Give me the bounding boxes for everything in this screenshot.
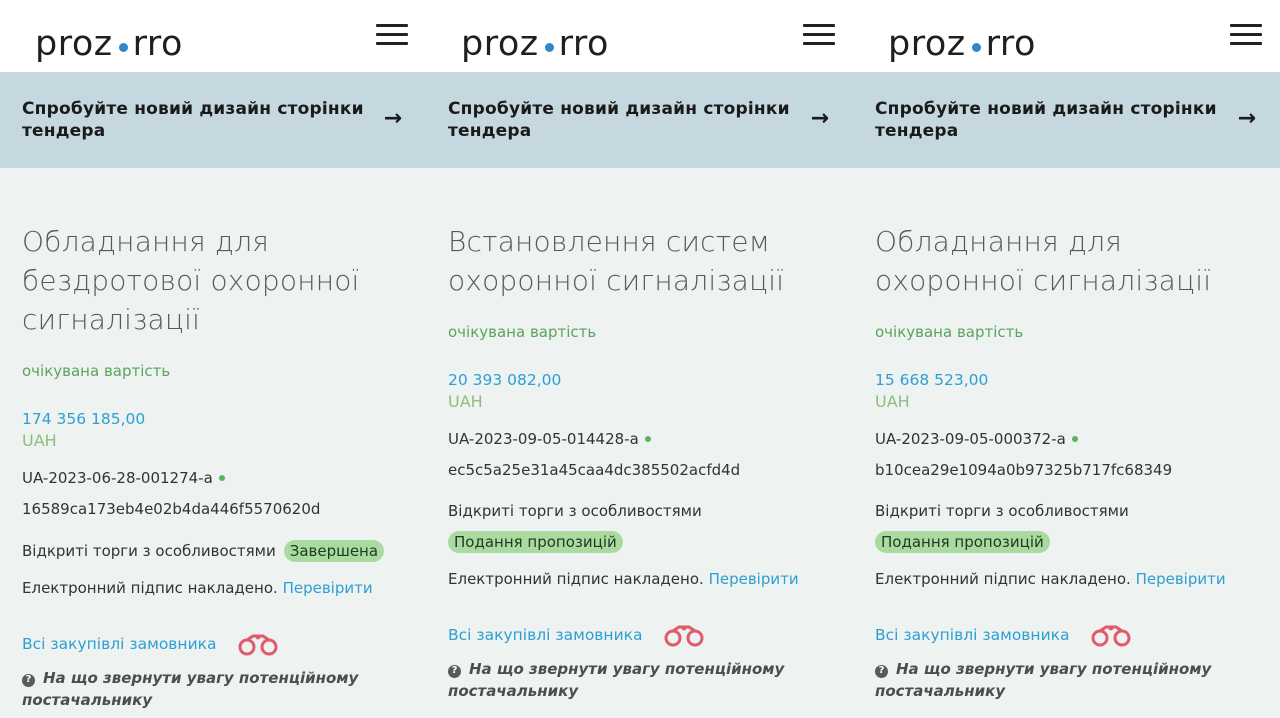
banner-text: Спробуйте новий дизайн сторінки тендера — [22, 99, 364, 141]
verify-link[interactable]: Перевірити — [283, 579, 373, 597]
tender-id[interactable]: UA-2023-09-05-014428-a — [448, 429, 831, 449]
binoculars-icon — [1091, 625, 1130, 647]
arrow-right-icon: → — [383, 106, 402, 131]
tender-panel-3: proz rro Спробуйте новий дизайн сторінки … — [853, 0, 1280, 718]
expected-value-label: очікувана вартість — [22, 362, 171, 380]
tender-hash: ec5c5a25e31a45caa4dc385502acfd4d — [448, 461, 741, 479]
tender-title: Встановлення систем охоронної сигналізац… — [448, 225, 785, 297]
question-icon: ? — [875, 664, 888, 678]
binoculars-icon — [664, 625, 703, 647]
prozorro-logo[interactable]: proz rro — [35, 22, 183, 66]
hint-text: На що звернути увагу потенційному постач… — [448, 660, 785, 700]
tender-content: Обладнання для охоронної сигналізації оч… — [853, 168, 1280, 702]
signature-row: Електронний підпис накладено. Перевірити — [22, 578, 404, 598]
verify-link[interactable]: Перевірити — [1136, 570, 1226, 588]
expected-value-label: очікувана вартість — [448, 323, 597, 341]
signature-text: Електронний підпис накладено. — [875, 570, 1131, 588]
tender-hash: b10cea29e1094a0b97325b717fc68349 — [875, 461, 1173, 479]
currency: UAH — [448, 392, 483, 411]
menu-icon[interactable] — [803, 24, 835, 48]
panels-container: proz rro Спробуйте новий дизайн сторінки … — [0, 0, 1280, 718]
all-purchases-link[interactable]: Всі закупівлі замовника — [875, 622, 1258, 648]
procedure-type: Відкриті торги з особливостями — [448, 502, 702, 520]
new-design-banner[interactable]: Спробуйте новий дизайн сторінки тендера … — [426, 72, 853, 168]
question-icon: ? — [448, 664, 461, 678]
all-purchases-label: Всі закупівлі замовника — [875, 626, 1070, 644]
status-badge: Подання пропозицій — [448, 531, 623, 553]
new-design-banner[interactable]: Спробуйте новий дизайн сторінки тендера … — [853, 72, 1280, 168]
new-design-banner[interactable]: Спробуйте новий дизайн сторінки тендера … — [0, 72, 426, 168]
supplier-hint[interactable]: ? На що звернути увагу потенційному поста… — [448, 658, 831, 702]
hint-text: На що звернути увагу потенційному постач… — [22, 669, 359, 709]
binoculars-icon — [238, 634, 277, 656]
logo-text-right: rro — [985, 24, 1036, 64]
signature-row: Електронний підпис накладено. Перевірити — [875, 569, 1258, 589]
supplier-hint[interactable]: ? На що звернути увагу потенційному поста… — [875, 658, 1258, 702]
site-header: proz rro — [853, 0, 1280, 72]
signature-row: Електронний підпис накладено. Перевірити — [448, 569, 831, 589]
hint-text: На що звернути увагу потенційному постач… — [875, 660, 1212, 700]
tender-hash: 16589ca173eb4e02b4da446f5570620d — [22, 500, 321, 518]
status-dot-icon — [218, 475, 225, 481]
expected-price: 20 393 082,00 — [448, 371, 562, 389]
tender-title: Обладнання для охоронної сигналізації — [875, 225, 1212, 297]
logo-text-left: proz — [461, 24, 539, 64]
expected-price: 15 668 523,00 — [875, 371, 989, 389]
logo-text-left: proz — [35, 24, 113, 64]
status-dot-icon — [644, 436, 651, 442]
site-header: proz rro — [426, 0, 853, 72]
currency: UAH — [875, 392, 910, 411]
tender-content: Обладнання для бездротової охоронної сиг… — [0, 168, 426, 711]
procedure-type: Відкриті торги з особливостями — [875, 502, 1129, 520]
banner-text: Спробуйте новий дизайн сторінки тендера — [448, 99, 790, 141]
menu-icon[interactable] — [376, 24, 408, 48]
logo-dot — [544, 42, 554, 52]
status-badge: Подання пропозицій — [875, 531, 1050, 553]
tender-panel-2: proz rro Спробуйте новий дизайн сторінки … — [426, 0, 853, 718]
currency: UAH — [22, 431, 57, 450]
signature-text: Електронний підпис накладено. — [22, 579, 278, 597]
logo-dot — [971, 42, 981, 52]
logo-text-right: rro — [558, 24, 609, 64]
logo-text-left: proz — [888, 24, 966, 64]
procedure-row: Відкриті торги з особливостями Завершена — [22, 540, 404, 562]
all-purchases-link[interactable]: Всі закупівлі замовника — [448, 622, 831, 648]
tender-title: Обладнання для бездротової охоронної сиг… — [22, 225, 360, 336]
expected-price: 174 356 185,00 — [22, 410, 146, 428]
tender-panel-1: proz rro Спробуйте новий дизайн сторінки … — [0, 0, 426, 718]
supplier-hint[interactable]: ? На що звернути увагу потенційному поста… — [22, 667, 404, 711]
procedure-type: Відкриті торги з особливостями — [22, 542, 276, 560]
logo-dot — [118, 42, 128, 52]
all-purchases-label: Всі закупівлі замовника — [22, 635, 217, 653]
arrow-right-icon: → — [810, 106, 829, 131]
signature-text: Електронний підпис накладено. — [448, 570, 704, 588]
prozorro-logo[interactable]: proz rro — [461, 22, 609, 66]
tender-id[interactable]: UA-2023-06-28-001274-a — [22, 468, 404, 488]
menu-icon[interactable] — [1230, 24, 1262, 48]
question-icon: ? — [22, 673, 35, 687]
all-purchases-link[interactable]: Всі закупівлі замовника — [22, 631, 404, 657]
tender-id[interactable]: UA-2023-09-05-000372-a — [875, 429, 1258, 449]
banner-text: Спробуйте новий дизайн сторінки тендера — [875, 99, 1217, 141]
tender-content: Встановлення систем охоронної сигналізац… — [426, 168, 853, 702]
logo-text-right: rro — [132, 24, 183, 64]
verify-link[interactable]: Перевірити — [709, 570, 799, 588]
status-badge: Завершена — [283, 540, 385, 562]
status-dot-icon — [1071, 436, 1078, 442]
prozorro-logo[interactable]: proz rro — [888, 22, 1036, 66]
site-header: proz rro — [0, 0, 426, 72]
arrow-right-icon: → — [1237, 106, 1256, 131]
all-purchases-label: Всі закупівлі замовника — [448, 626, 643, 644]
expected-value-label: очікувана вартість — [875, 323, 1024, 341]
